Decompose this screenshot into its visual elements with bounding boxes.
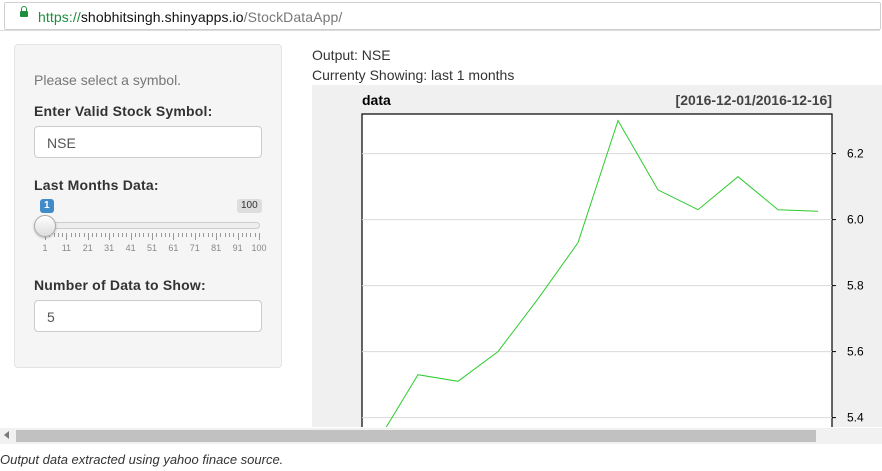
slider-tick-label: 71 bbox=[189, 243, 200, 253]
lock-icon bbox=[20, 6, 28, 17]
slider-tick bbox=[207, 233, 209, 237]
slider-tick bbox=[229, 233, 231, 237]
footer-note: Output data extracted using yahoo finace… bbox=[0, 452, 284, 467]
slider-tick bbox=[152, 233, 153, 240]
y-tick-label: 6.2 bbox=[847, 147, 864, 161]
horizontal-scrollbar[interactable] bbox=[0, 428, 882, 444]
hint-text: Please select a symbol. bbox=[34, 72, 182, 88]
slider-tick bbox=[237, 233, 239, 240]
slider-tick bbox=[220, 233, 222, 237]
url-text[interactable]: https://shobhitsingh.shinyapps.io/StockD… bbox=[38, 9, 342, 25]
slider-tick bbox=[181, 233, 183, 237]
browser-address-bar: https://shobhitsingh.shinyapps.io/StockD… bbox=[0, 0, 881, 31]
slider-tick-label: 1 bbox=[42, 243, 48, 253]
slider-tick bbox=[109, 233, 111, 240]
slider-tick bbox=[156, 233, 158, 237]
slider-handle[interactable] bbox=[34, 215, 56, 237]
slider-tick bbox=[164, 233, 166, 237]
count-label: Number of Data to Show: bbox=[34, 277, 206, 293]
slider-tick bbox=[62, 233, 64, 237]
slider-tick-label: 100 bbox=[251, 243, 267, 253]
slider-tick-label: 81 bbox=[211, 243, 222, 253]
chart-title: data bbox=[362, 92, 391, 108]
slider-tick bbox=[173, 233, 175, 240]
slider-tick bbox=[169, 233, 171, 237]
y-tick-label: 5.4 bbox=[847, 411, 864, 425]
slider-value-badge: 1 bbox=[40, 199, 54, 213]
slider-tick bbox=[143, 233, 145, 237]
slider-tick bbox=[254, 233, 256, 237]
months-slider[interactable]: 1 100 1 11 21 31 41 51 61 71 81 91 100 bbox=[34, 197, 267, 257]
slider-tick-label: 91 bbox=[232, 243, 243, 253]
y-tick-label: 5.6 bbox=[847, 345, 864, 359]
slider-tick bbox=[96, 233, 98, 237]
slider-tick bbox=[224, 233, 226, 237]
slider-tick bbox=[211, 233, 213, 237]
showing-text: Currenty Showing: last 1 months bbox=[312, 67, 515, 83]
slider-tick-label: 41 bbox=[125, 243, 136, 253]
symbol-input[interactable]: NSE bbox=[34, 126, 262, 158]
slider-tick bbox=[113, 233, 115, 237]
slider-tick bbox=[126, 233, 128, 237]
slider-tick-label: 21 bbox=[82, 243, 93, 253]
slider-tick bbox=[122, 233, 124, 237]
slider-tick bbox=[147, 233, 149, 237]
symbol-label: Enter Valid Stock Symbol: bbox=[34, 103, 213, 119]
slider-tick bbox=[117, 233, 119, 237]
stock-chart: data [2016-12-01/2016-12-16] 6.2 6.0 5.8 5.… bbox=[312, 85, 882, 427]
slider-tick-label: 51 bbox=[146, 243, 157, 253]
y-tick-label: 6.0 bbox=[847, 213, 864, 227]
slider-tick bbox=[70, 233, 72, 237]
scroll-left-arrow-icon[interactable] bbox=[4, 431, 9, 439]
slider-tick bbox=[134, 233, 136, 237]
slider-tick bbox=[246, 233, 248, 237]
slider-max-badge: 100 bbox=[237, 199, 262, 213]
slider-tick bbox=[177, 233, 179, 237]
slider-tick-label: 11 bbox=[61, 243, 72, 253]
slider-tick bbox=[186, 233, 188, 237]
slider-tick bbox=[216, 233, 218, 240]
sidebar-panel: Please select a symbol. Enter Valid Stoc… bbox=[14, 44, 282, 368]
slider-tick bbox=[241, 233, 243, 237]
slider-tick bbox=[74, 233, 76, 237]
slider-tick bbox=[199, 233, 201, 237]
slider-tick bbox=[79, 233, 81, 237]
slider-tick bbox=[104, 233, 106, 237]
slider-tick bbox=[100, 233, 102, 237]
slider-tick bbox=[87, 233, 89, 240]
slider-tick bbox=[53, 233, 55, 237]
slider-tick bbox=[259, 233, 260, 240]
slider-tick bbox=[203, 233, 205, 237]
slider-tick bbox=[92, 233, 94, 237]
slider-tick bbox=[233, 233, 235, 237]
slider-tick bbox=[194, 233, 196, 240]
slider-tick-label: 31 bbox=[104, 243, 115, 253]
count-input[interactable]: 5 bbox=[34, 300, 262, 332]
y-tick-label: 5.8 bbox=[847, 279, 864, 293]
url-path: /StockDataApp/ bbox=[243, 9, 343, 25]
url-field[interactable]: https://shobhitsingh.shinyapps.io/StockD… bbox=[4, 2, 881, 30]
slider-tick bbox=[130, 233, 132, 240]
scrollbar-thumb[interactable] bbox=[16, 430, 816, 442]
url-host: shobhitsingh.shinyapps.io bbox=[80, 9, 244, 25]
months-label: Last Months Data: bbox=[34, 177, 159, 193]
slider-tick bbox=[57, 233, 59, 237]
slider-tick bbox=[139, 233, 141, 237]
slider-tick bbox=[83, 233, 85, 237]
slider-tick bbox=[66, 233, 68, 240]
slider-tick bbox=[160, 233, 162, 237]
url-scheme: https:// bbox=[38, 9, 81, 25]
slider-track[interactable] bbox=[44, 222, 260, 229]
y-axis-labels: 6.2 6.0 5.8 5.6 5.4 bbox=[832, 147, 864, 425]
chart-date-range: [2016-12-01/2016-12-16] bbox=[676, 92, 832, 108]
chart-svg: data [2016-12-01/2016-12-16] 6.2 6.0 5.8 5.… bbox=[361, 92, 864, 427]
slider-tick bbox=[190, 233, 192, 237]
slider-tick bbox=[250, 233, 252, 237]
output-text: Output: NSE bbox=[312, 47, 391, 63]
plot-area bbox=[361, 113, 833, 427]
slider-tick-label: 61 bbox=[168, 243, 179, 253]
